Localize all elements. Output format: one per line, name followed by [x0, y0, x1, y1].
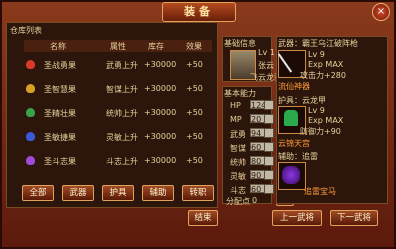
item-effect: +50 [186, 84, 203, 93]
stat-command-label: 统帅 [230, 158, 246, 167]
points-value: 0 [252, 196, 258, 205]
stat-agility-plus-button[interactable] [264, 170, 274, 180]
filter-promote-button[interactable]: 转职 [182, 185, 214, 201]
stat-valor-value: 94 [251, 129, 262, 138]
item-effect: +50 [186, 108, 203, 117]
info-section-label: 基础信息 [224, 39, 256, 48]
armor-exp: Exp MAX [308, 116, 344, 125]
stat-agility-value: 90 [251, 171, 262, 180]
next-hero-button[interactable]: 下一武将 [330, 210, 378, 226]
hero-level: Lv 1 [258, 48, 275, 57]
armor-stat: 防御力+90 [300, 127, 341, 136]
stat-valor-label: 武勇 [230, 130, 246, 139]
item-effect: +50 [186, 156, 203, 165]
item-stock: +30000 [144, 156, 177, 165]
stat-intellect-label: 智谋 [230, 144, 246, 153]
stat-spirit-value: 60 [251, 185, 262, 194]
fruit-icon [26, 84, 35, 93]
prev-hero-button[interactable]: 上一武将 [272, 210, 322, 226]
item-name: 圣战勇果 [44, 61, 76, 70]
filter-aux-button[interactable]: 辅助 [142, 185, 174, 201]
weapon-label: 武器：霸王乌江破阵枪 [278, 39, 358, 48]
armor-note: 云锦天宫 [278, 139, 310, 148]
item-name: 圣敏捷果 [44, 133, 76, 142]
column-header-attr: 属性 [110, 42, 126, 51]
item-effect: +50 [186, 60, 203, 69]
stat-intellect-plus-button[interactable] [264, 142, 274, 152]
table-row[interactable]: 圣精壮果 统帅上升 +30000 +50 [24, 103, 212, 123]
item-effect: +50 [186, 132, 203, 141]
stat-mp-label: MP [230, 115, 242, 124]
weapon-stat: 攻击力+280 [300, 71, 346, 80]
item-attr: 灵敏上升 [106, 133, 138, 142]
weapon-exp: Exp MAX [308, 60, 344, 69]
column-header-name: 名称 [50, 42, 66, 51]
fruit-icon [26, 156, 35, 165]
stat-spirit-plus-button[interactable] [264, 184, 274, 194]
table-row[interactable]: 圣斗志果 斗志上升 +30000 +50 [24, 151, 212, 171]
item-name: 圣精壮果 [44, 109, 76, 118]
warehouse-section-label: 仓库列表 [10, 26, 42, 35]
column-header-effect: 效果 [186, 42, 202, 51]
horse-icon [282, 166, 300, 184]
fruit-icon [26, 108, 35, 117]
table-row[interactable]: 圣战勇果 武勇上升 +30000 +50 [24, 55, 212, 75]
points-label: 分配点 [226, 197, 250, 206]
stat-agility-label: 灵敏 [230, 172, 246, 181]
item-attr: 武勇上升 [106, 61, 138, 70]
column-header-stock: 库存 [148, 42, 164, 51]
item-name: 圣斗志果 [44, 157, 76, 166]
item-stock: +30000 [144, 84, 177, 93]
stat-hp-label: HP [230, 101, 241, 110]
stat-hp-plus-button[interactable] [264, 100, 274, 110]
item-stock: +30000 [144, 108, 177, 117]
filter-weapon-button[interactable]: 武器 [62, 185, 94, 201]
ability-section-label: 基本能力 [224, 89, 256, 98]
end-button[interactable]: 结束 [188, 210, 218, 226]
close-button[interactable]: × [372, 3, 390, 21]
stat-spirit-label: 斗志 [230, 186, 246, 195]
table-row[interactable]: 圣敏捷果 灵敏上升 +30000 +50 [24, 127, 212, 147]
table-row[interactable]: 圣智慧果 智谋上升 +30000 +50 [24, 79, 212, 99]
stat-command-value: 80 [251, 157, 262, 166]
stat-mp-value: 20 [251, 115, 262, 124]
armor-icon [284, 110, 298, 126]
item-stock: +30000 [144, 132, 177, 141]
aux-label: 辅助：追雷 [278, 152, 318, 161]
armor-level: Lv 9 [308, 106, 325, 115]
armor-label: 护具：云龙甲 [278, 96, 326, 105]
weapon-level: Lv 9 [308, 50, 325, 59]
item-stock: +30000 [144, 60, 177, 69]
stat-valor-plus-button[interactable] [264, 128, 274, 138]
filter-armor-button[interactable]: 护具 [102, 185, 134, 201]
aux-note: 追雷宝马 [304, 187, 336, 196]
filter-all-button[interactable]: 全部 [22, 185, 54, 201]
fruit-icon [26, 60, 35, 69]
item-attr: 统帅上升 [106, 109, 138, 118]
window-title: 装备 [162, 2, 236, 22]
item-name: 圣智慧果 [44, 85, 76, 94]
hero-name: 张云 [258, 61, 274, 70]
stat-intellect-value: 60 [251, 143, 262, 152]
fruit-icon [26, 132, 35, 141]
stat-mp-plus-button[interactable] [264, 114, 274, 124]
stat-command-plus-button[interactable] [264, 156, 274, 166]
item-attr: 智谋上升 [106, 85, 138, 94]
weapon-note: 流仙神器 [278, 82, 310, 91]
item-attr: 斗志上升 [106, 157, 138, 166]
